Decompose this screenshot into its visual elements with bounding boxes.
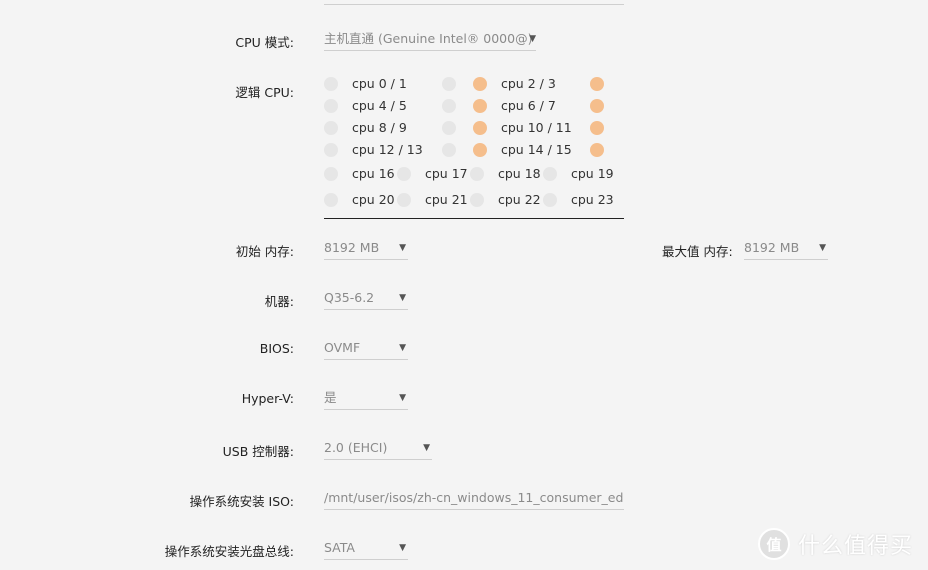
- cpu-option-label: cpu 23: [571, 192, 614, 207]
- cpu-thread-toggle-circle-icon[interactable]: [442, 99, 456, 113]
- cpu-option-label: cpu 0 / 1: [352, 76, 407, 91]
- cpu-option-label: cpu 2 / 3: [501, 76, 556, 91]
- cpu-toggle-circle-icon[interactable]: [324, 167, 338, 181]
- cpu-toggle-circle-icon[interactable]: [324, 143, 338, 157]
- cpu-toggle-circle-icon[interactable]: [324, 77, 338, 91]
- cpu-toggle-circle-icon[interactable]: [470, 193, 484, 207]
- watermark: 值 什么值得买: [758, 526, 923, 562]
- initial-memory-label: 初始 内存:: [235, 244, 294, 259]
- initial-memory-value: 8192 MB: [324, 240, 380, 255]
- cpu-toggle-circle-icon[interactable]: [473, 99, 487, 113]
- cpu-thread-toggle-circle-icon[interactable]: [590, 99, 604, 113]
- bios-select[interactable]: OVMF ▼: [324, 338, 408, 360]
- machine-value: Q35-6.2: [324, 290, 375, 305]
- cpu-toggle-circle-icon[interactable]: [473, 121, 487, 135]
- cpu-toggle-circle-icon[interactable]: [473, 143, 487, 157]
- chevron-down-icon: ▼: [423, 443, 430, 453]
- cpu-toggle-circle-icon[interactable]: [397, 193, 411, 207]
- logical-cpu-grid: cpu 0 / 1 cpu 4 / 5 cpu 8 / 9 cpu 12 / 13 cp…: [324, 74, 624, 219]
- logical-cpu-label: 逻辑 CPU:: [235, 85, 294, 100]
- usb-controller-label: USB 控制器:: [222, 444, 294, 459]
- machine-select[interactable]: Q35-6.2 ▼: [324, 288, 408, 310]
- usb-controller-value: 2.0 (EHCI): [324, 440, 388, 455]
- cpu-option-label: cpu 4 / 5: [352, 98, 407, 113]
- chevron-down-icon: ▼: [819, 243, 826, 253]
- os-iso-label: 操作系统安装 ISO:: [189, 494, 294, 509]
- chevron-down-icon: ▼: [399, 243, 406, 253]
- cpu-mode-label: CPU 模式:: [235, 35, 294, 50]
- cpu-option-label: cpu 16: [352, 166, 395, 181]
- watermark-text: 什么值得买: [798, 534, 914, 559]
- cpu-toggle-circle-icon[interactable]: [324, 99, 338, 113]
- cpu-option-label: cpu 19: [571, 166, 614, 181]
- initial-memory-select[interactable]: 8192 MB ▼: [324, 238, 408, 260]
- cpu-thread-toggle-circle-icon[interactable]: [590, 143, 604, 157]
- machine-label: 机器:: [264, 294, 294, 309]
- cpu-mode-value: 主机直通 (Genuine Intel® 0000@): [324, 31, 533, 46]
- cpu-option-label: cpu 6 / 7: [501, 98, 556, 113]
- top-field-underline: [324, 4, 624, 5]
- chevron-down-icon: ▼: [399, 293, 406, 303]
- chevron-down-icon: ▼: [399, 543, 406, 553]
- cpu-option-label: cpu 17: [425, 166, 468, 181]
- cpu-thread-toggle-circle-icon[interactable]: [590, 121, 604, 135]
- cpu-thread-toggle-circle-icon[interactable]: [442, 143, 456, 157]
- os-cdrom-bus-select[interactable]: SATA ▼: [324, 538, 408, 560]
- cpu-option-label: cpu 22: [498, 192, 541, 207]
- cpu-toggle-circle-icon[interactable]: [543, 193, 557, 207]
- cpu-option-label: cpu 18: [498, 166, 541, 181]
- bios-label: BIOS:: [259, 341, 294, 356]
- os-cdrom-bus-label: 操作系统安装光盘总线:: [164, 544, 294, 559]
- hyperv-value: 是: [324, 390, 337, 405]
- cpu-option-label: cpu 12 / 13: [352, 142, 423, 157]
- chevron-down-icon: ▼: [399, 343, 406, 353]
- cpu-thread-toggle-circle-icon[interactable]: [442, 77, 456, 91]
- cpu-option-label: cpu 14 / 15: [501, 142, 572, 157]
- chevron-down-icon: ▼: [399, 393, 406, 403]
- cpu-thread-toggle-circle-icon[interactable]: [442, 121, 456, 135]
- cpu-toggle-circle-icon[interactable]: [470, 167, 484, 181]
- os-cdrom-bus-value: SATA: [324, 540, 355, 555]
- cpu-mode-select[interactable]: 主机直通 (Genuine Intel® 0000@) ▼: [324, 29, 536, 51]
- max-memory-label: 最大值 内存:: [662, 244, 733, 259]
- watermark-badge-icon: 值: [758, 528, 790, 560]
- cpu-thread-toggle-circle-icon[interactable]: [590, 77, 604, 91]
- usb-controller-select[interactable]: 2.0 (EHCI) ▼: [324, 438, 432, 460]
- bios-value: OVMF: [324, 340, 361, 355]
- chevron-down-icon: ▼: [529, 34, 536, 44]
- hyperv-select[interactable]: 是 ▼: [324, 388, 408, 410]
- cpu-toggle-circle-icon[interactable]: [324, 193, 338, 207]
- cpu-option-label: cpu 10 / 11: [501, 120, 572, 135]
- max-memory-value: 8192 MB: [744, 240, 800, 255]
- cpu-toggle-circle-icon[interactable]: [397, 167, 411, 181]
- cpu-toggle-circle-icon[interactable]: [324, 121, 338, 135]
- hyperv-label: Hyper-V:: [241, 391, 294, 406]
- cpu-option-label: cpu 8 / 9: [352, 120, 407, 135]
- cpu-option-label: cpu 20: [352, 192, 395, 207]
- max-memory-select[interactable]: 8192 MB ▼: [744, 238, 828, 260]
- cpu-toggle-circle-icon[interactable]: [543, 167, 557, 181]
- os-iso-input[interactable]: /mnt/user/isos/zh-cn_windows_11_consumer…: [324, 488, 624, 510]
- cpu-toggle-circle-icon[interactable]: [473, 77, 487, 91]
- cpu-option-label: cpu 21: [425, 192, 468, 207]
